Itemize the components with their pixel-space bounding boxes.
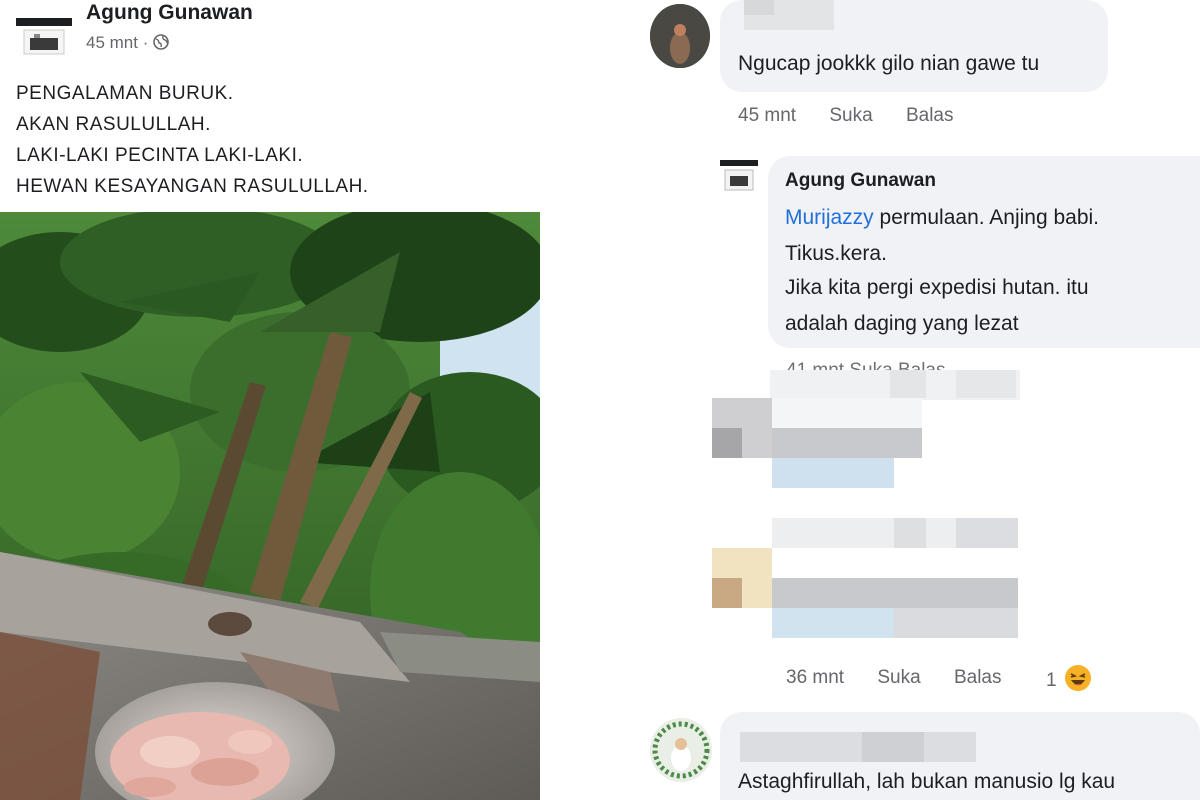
post-time-text: 45 mnt [86,33,138,52]
comments-panel: Ngucap jookkk gilo nian gawe tu 45 mnt S… [620,0,1200,800]
commenter-avatar[interactable] [650,718,712,782]
blurred-pixel [956,518,1018,548]
reaction-count: 1 [1046,670,1057,691]
blurred-avatar-pixel [712,578,742,608]
blurred-pixel [890,370,926,398]
blurred-name-pixel [862,732,924,762]
blurred-mention [772,608,894,638]
separator-dot: · [142,33,154,52]
blurred-name-pixel [744,0,774,15]
post-line: PENGALAMAN BURUK. [16,83,234,104]
reply-link[interactable]: Balas [954,667,1002,688]
blurred-name [740,732,976,762]
blurred-text [772,428,922,458]
post-body: PENGALAMAN BURUK. AKAN RASULULLAH. LAKI-… [16,78,369,202]
laughing-emoji-icon [1064,665,1091,691]
comment-text: Astaghfirullah, lah bukan manusio lg kau [738,770,1116,793]
like-link[interactable]: Suka [829,105,872,126]
facebook-post: Agung Gunawan 45 mnt · PENGALAMAN BURUK.… [0,0,540,800]
comment-text-line: Murijazzy permulaan. Anjing babi. [785,200,1099,236]
blurred-pixel [956,370,1016,398]
post-line: HEWAN KESAYANGAN RASULULLAH. [16,176,369,197]
comment-bubble: Ngucap jookkk gilo nian gawe tu [720,0,1108,92]
reaction-summary[interactable]: 1 [1046,664,1092,692]
comment-text-rest: permulaan. Anjing babi. [873,206,1100,229]
comment-time[interactable]: 45 mnt [738,105,796,126]
post-author-name[interactable]: Agung Gunawan [86,0,253,26]
comment-text: Ngucap jookkk gilo nian gawe tu [738,52,1040,75]
comment-meta: 45 mnt Suka Balas [738,105,982,127]
blurred-text [772,578,1018,608]
user-mention[interactable]: Murijazzy [785,206,874,229]
blurred-text [894,608,1018,638]
reply-author-avatar[interactable] [720,154,758,194]
blurred-avatar-pixel [712,428,742,458]
post-line: LAKI-LAKI PECINTA LAKI-LAKI. [16,145,304,166]
commenter-avatar[interactable] [650,4,710,68]
comment-time[interactable]: 36 mnt [786,667,844,688]
reply-link[interactable]: Balas [906,105,954,126]
blurred-mention [772,458,894,488]
comment-text-line: adalah daging yang lezat [785,312,1019,335]
blurred-text [772,398,922,428]
like-link[interactable]: Suka [877,667,920,688]
comment-text-line: Jika kita pergi expedisi hutan. itu [785,276,1089,299]
post-timestamp[interactable]: 45 mnt · [86,32,169,54]
post-line: AKAN RASULULLAH. [16,114,211,135]
comment-meta: 36 mnt Suka Balas [786,667,1030,689]
comment-text-line: Tikus.kera. [785,242,887,265]
comment-bubble: Agung Gunawan Murijazzy permulaan. Anjin… [768,156,1200,348]
blurred-pixel [894,518,926,548]
globe-icon [153,34,169,50]
post-photo[interactable] [0,212,540,800]
author-avatar[interactable] [16,8,72,58]
divider [540,0,620,800]
comment-author[interactable]: Agung Gunawan [785,170,936,192]
comment-bubble: Astaghfirullah, lah bukan manusio lg kau [720,712,1200,800]
